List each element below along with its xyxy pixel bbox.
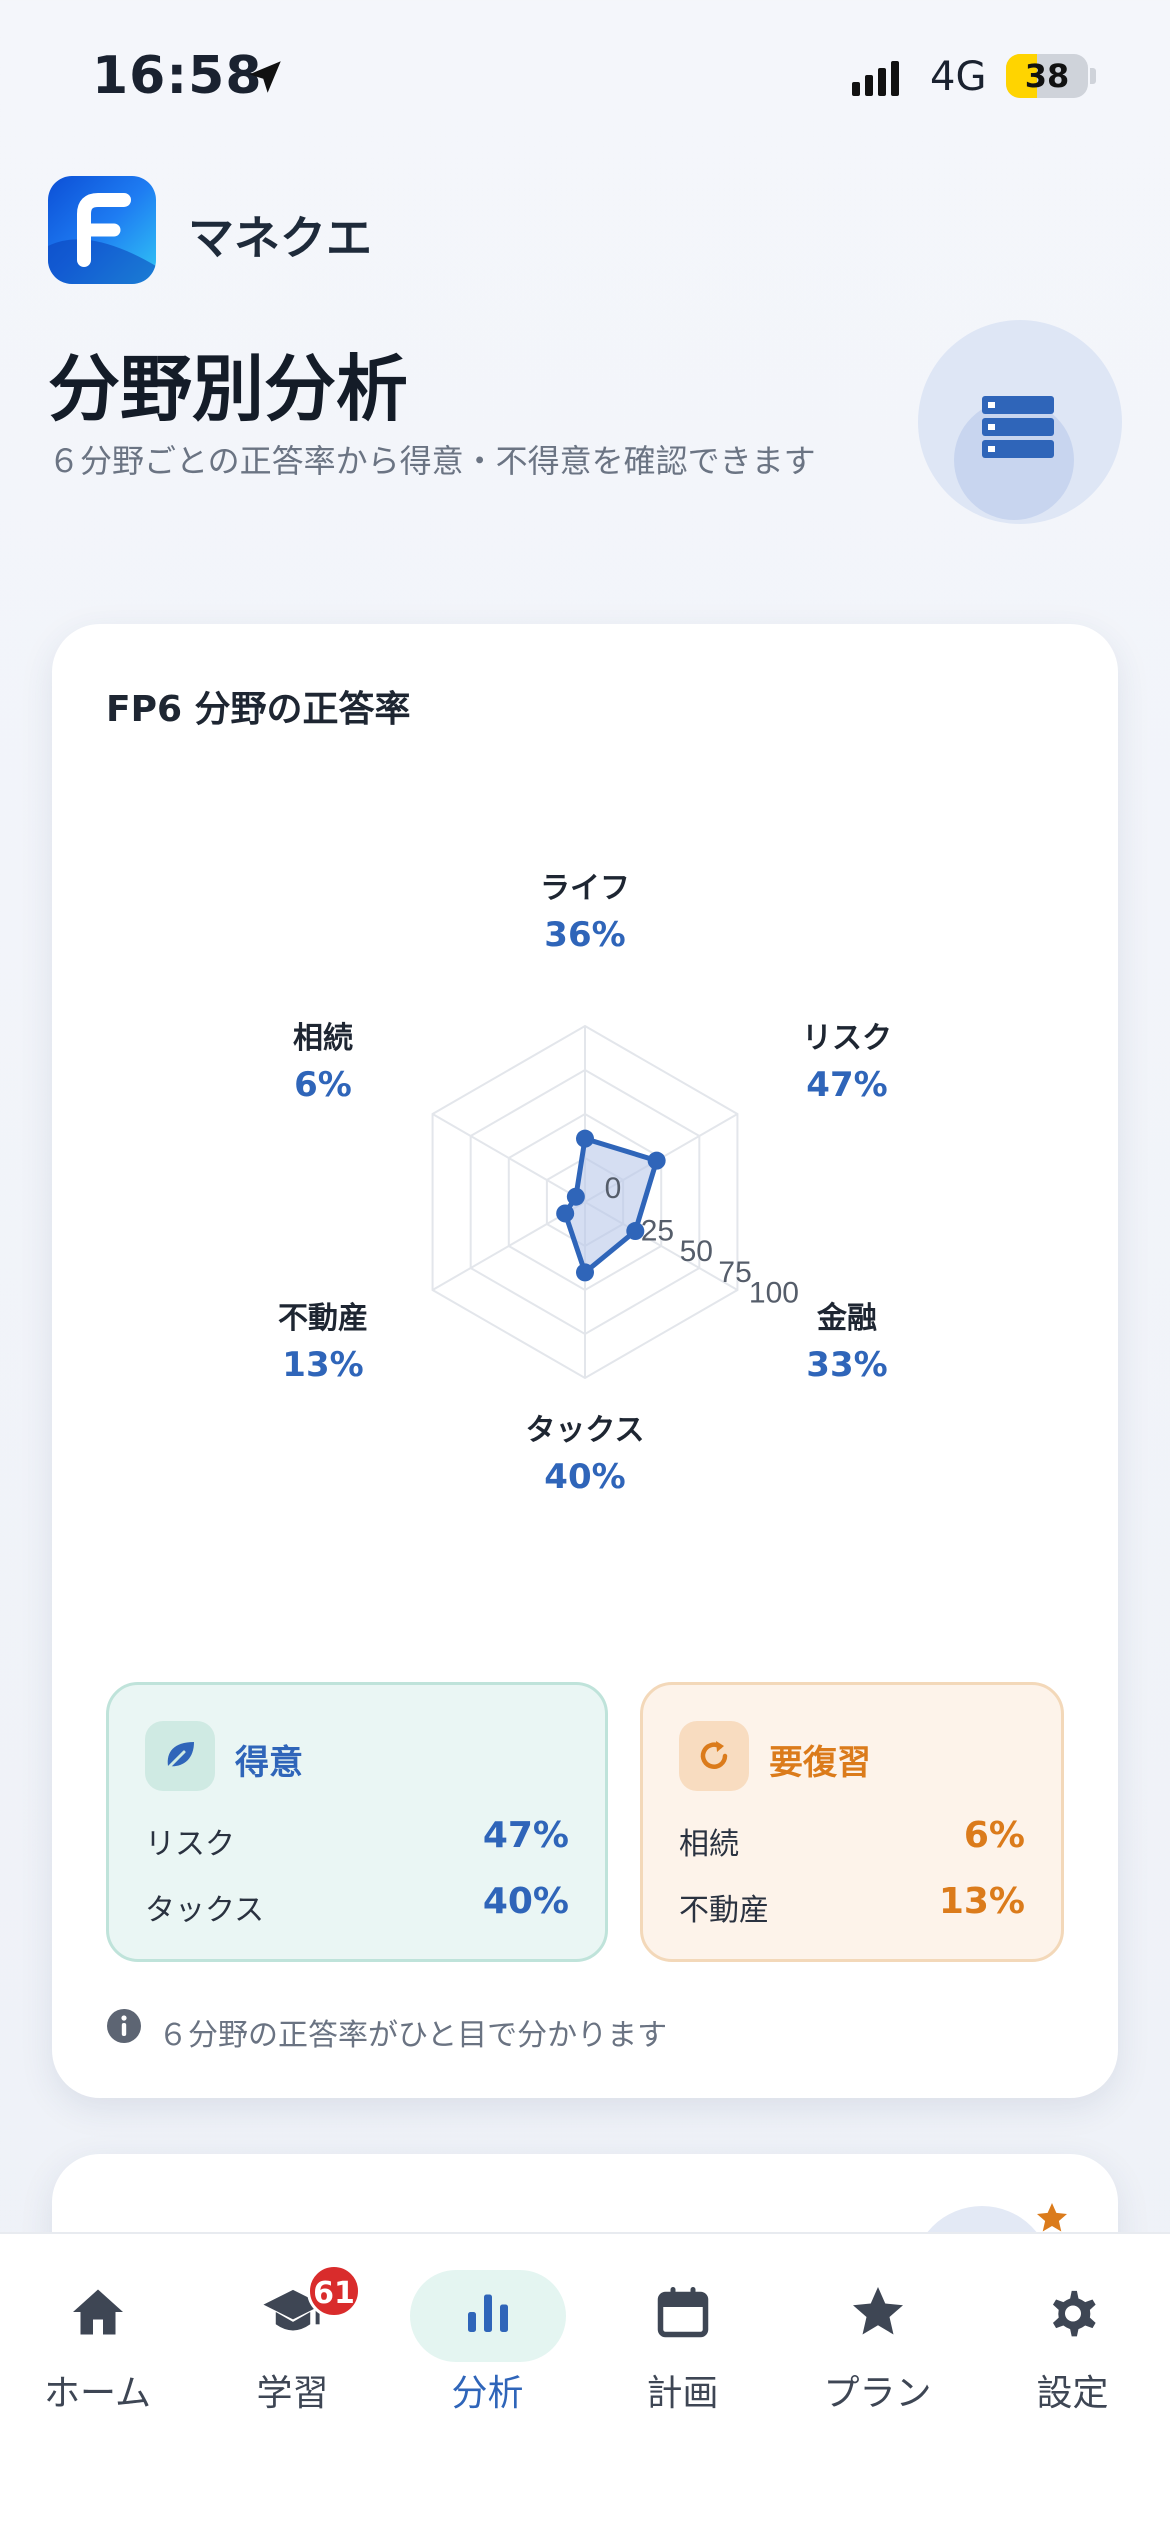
radar-axis-label: タックス <box>525 1413 644 1448</box>
strong-item: リスク 47% <box>145 1815 569 1869</box>
strong-item-label: タックス <box>145 1893 265 1928</box>
radar-data-point <box>576 1263 594 1282</box>
f-letter-logo-icon <box>48 193 156 284</box>
tab-label: 計画 <box>646 2373 719 2414</box>
radar-tick-label: 0 <box>605 1172 622 1205</box>
page-title: 分野別分析 <box>48 347 409 431</box>
radar-data-point <box>647 1151 666 1170</box>
radar-axis-label: ライフ <box>540 871 630 906</box>
tab-analysis[interactable]: 分析 <box>390 2234 585 2434</box>
review-title: 要復習 <box>769 1743 871 1783</box>
radar-value-label: 47% <box>806 1065 887 1105</box>
calendar-icon <box>657 2287 708 2338</box>
radar-value-label: 13% <box>282 1345 363 1385</box>
radar-value-label: 36% <box>544 915 625 955</box>
strong-item: タックス 40% <box>145 1881 569 1935</box>
study-badge: 61 <box>307 2264 361 2318</box>
review-item: 相続 6% <box>679 1815 1025 1869</box>
tab-plan-icon-wrap <box>585 2282 780 2354</box>
tab-label: 学習 <box>256 2373 329 2414</box>
network-type: 4G <box>930 54 987 100</box>
tab-plan[interactable]: 計画 <box>585 2234 780 2434</box>
radar-value-label: 40% <box>544 1457 625 1497</box>
leaf-icon <box>166 1742 194 1770</box>
tab-subscription[interactable]: プラン <box>780 2234 975 2434</box>
tab-subscription-icon-wrap <box>780 2282 975 2354</box>
tab-settings-icon-wrap <box>975 2282 1170 2354</box>
battery-level: 38 <box>1024 57 1070 95</box>
review-item-label: 不動産 <box>679 1893 769 1928</box>
radar-value-label: 6% <box>294 1065 352 1105</box>
strong-title: 得意 <box>235 1743 303 1783</box>
star-badge-icon <box>1037 2203 1067 2232</box>
field-accuracy-card: FP6 分野の正答率 0 25 50 75 100 ライフ 36% リスク 47% 金融 33% タッ… <box>52 624 1118 2098</box>
radar-data-area <box>562 1136 660 1275</box>
tab-label: 設定 <box>1036 2373 1109 2414</box>
strong-item-value: 47% <box>482 1815 569 1856</box>
star-icon <box>852 2287 903 2335</box>
tab-analysis-icon-wrap <box>390 2282 585 2354</box>
tab-bar: ホーム 61 学習 分析 計画 プラン 設定 <box>0 2232 1170 2532</box>
status-time: 16:58 <box>92 46 263 106</box>
review-fields-box: 要復習 相続 6% 不動産 13% <box>640 1682 1064 1962</box>
review-item-value: 6% <box>963 1815 1025 1856</box>
radar-axis-label: リスク <box>802 1021 892 1056</box>
gear-icon <box>1052 2290 1096 2337</box>
tab-home[interactable]: ホーム <box>0 2234 195 2434</box>
radar-axis-label: 不動産 <box>278 1301 368 1336</box>
radar-tick-label: 75 <box>718 1256 751 1289</box>
battery-cap <box>1090 68 1096 84</box>
tab-settings[interactable]: 設定 <box>975 2234 1170 2434</box>
review-item-label: 相続 <box>679 1827 739 1862</box>
radar-data-point <box>566 1187 585 1206</box>
page-subtitle: ６分野ごとの正答率から得意・不得意を確認できます <box>48 442 816 480</box>
review-item: 不動産 13% <box>679 1881 1025 1935</box>
info-note: ６分野の正答率がひと目で分かります <box>158 2018 668 2053</box>
radar-axis-label: 相続 <box>293 1021 353 1056</box>
refresh-icon <box>700 1741 728 1769</box>
tab-label: プラン <box>823 2373 932 2414</box>
tab-label: 分析 <box>451 2373 524 2414</box>
review-icon-wrap <box>679 1721 749 1791</box>
strong-fields-box: 得意 リスク 47% タックス 40% <box>106 1682 608 1962</box>
review-item-value: 13% <box>938 1881 1025 1922</box>
radar-chart: 0 255075100 ライフ 36% リスク 47% 金融 33% タックス 40% 不動産 13%… <box>278 871 892 1497</box>
radar-tick-label: 50 <box>680 1235 713 1268</box>
signal-icon <box>852 61 899 96</box>
info-icon <box>107 2009 141 2043</box>
tab-home-icon-wrap <box>0 2282 195 2354</box>
strong-item-value: 40% <box>482 1881 569 1922</box>
database-icon <box>982 396 1054 458</box>
app-name: マネクエ <box>188 211 372 265</box>
radar-tick-label: 100 <box>749 1276 799 1309</box>
strong-icon-wrap <box>145 1721 215 1791</box>
radar-tick-label: 25 <box>641 1214 674 1247</box>
location-arrow-icon <box>249 61 281 93</box>
radar-data-point <box>556 1204 575 1223</box>
radar-data-point <box>576 1129 594 1148</box>
home-icon <box>72 2289 123 2335</box>
battery-indicator: 38 <box>1006 54 1088 98</box>
tab-label: ホーム <box>44 2373 151 2414</box>
strong-item-label: リスク <box>145 1827 235 1862</box>
status-bar: 16:58 4G 38 <box>0 0 1170 150</box>
radar-axis-label: 金融 <box>816 1301 877 1336</box>
radar-value-label: 33% <box>806 1345 887 1385</box>
app-logo <box>48 176 156 284</box>
tab-study[interactable]: 61 学習 <box>195 2234 390 2434</box>
bar-chart-icon <box>467 2294 508 2332</box>
